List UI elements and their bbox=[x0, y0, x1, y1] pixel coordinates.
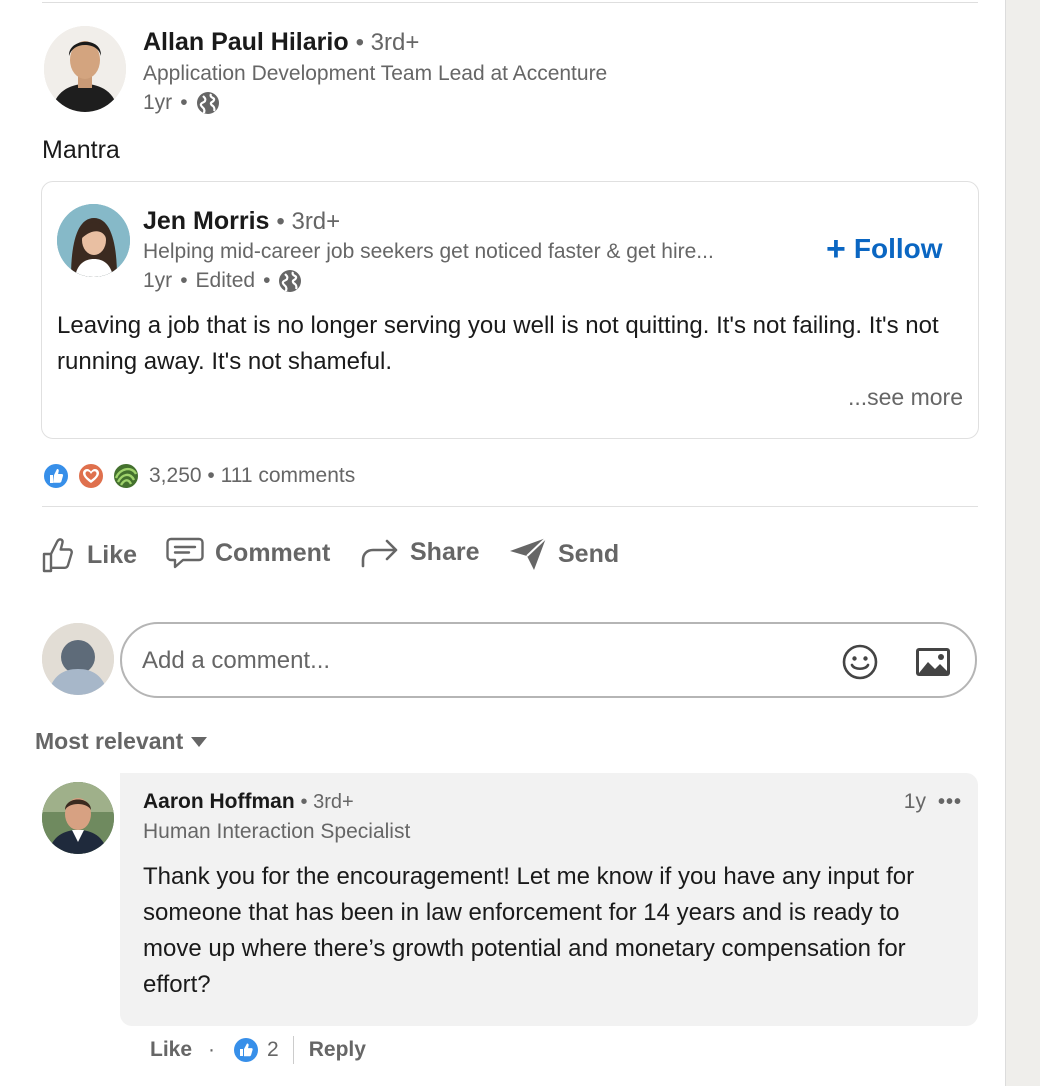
shared-author-avatar[interactable] bbox=[57, 204, 130, 277]
love-icon bbox=[77, 462, 105, 490]
thumbs-up-icon bbox=[42, 538, 73, 573]
sort-dropdown[interactable]: Most relevant bbox=[35, 728, 208, 755]
commenter-degree: • 3rd+ bbox=[300, 791, 354, 813]
commenter-headline: Human Interaction Specialist bbox=[143, 820, 411, 843]
post-meta: 1yr • bbox=[143, 91, 220, 115]
reaction-count[interactable]: 3,250 bbox=[149, 464, 202, 487]
meta-dot: • bbox=[180, 269, 188, 292]
meta-dot: • bbox=[180, 91, 188, 114]
share-arrow-icon bbox=[361, 539, 398, 568]
send-icon bbox=[510, 537, 547, 570]
feed-post-card: Allan Paul Hilario • 3rd+ Application De… bbox=[0, 0, 1006, 1086]
shared-author-headline: Helping mid-career job seekers get notic… bbox=[143, 240, 714, 263]
shared-author-name[interactable]: Jen Morris • 3rd+ bbox=[143, 207, 340, 236]
globe-icon bbox=[279, 270, 302, 292]
shared-author-name-text[interactable]: Jen Morris bbox=[143, 207, 269, 235]
commenter-degree-text: 3rd+ bbox=[313, 791, 354, 813]
comment-label: Comment bbox=[215, 538, 331, 567]
post-author-title: Application Development Team Lead at Acc… bbox=[143, 62, 608, 85]
share-button[interactable]: Share bbox=[360, 536, 479, 568]
like-icon bbox=[234, 1038, 259, 1062]
comment-bubble: Aaron Hoffman • 3rd+ Human Interaction S… bbox=[120, 773, 978, 1026]
shared-post-text: Leaving a job that is no longer serving … bbox=[57, 312, 939, 375]
comment-meta: 1y ••• bbox=[904, 790, 962, 814]
comment-like-button[interactable]: Like bbox=[150, 1038, 192, 1062]
follow-button[interactable]: + Follow bbox=[826, 232, 943, 266]
reaction-summary[interactable]: 3,250 • 111 comments bbox=[149, 464, 355, 488]
shared-post-edited: Edited bbox=[195, 269, 256, 292]
reply-button[interactable]: Reply bbox=[309, 1038, 366, 1062]
insightful-icon bbox=[112, 462, 140, 490]
top-divider bbox=[42, 2, 978, 3]
post-author-name-text[interactable]: Allan Paul Hilario bbox=[143, 28, 349, 56]
post-author-degree-text: 3rd+ bbox=[370, 29, 420, 56]
plus-icon: + bbox=[826, 230, 846, 268]
like-icon bbox=[42, 462, 70, 490]
current-user-avatar[interactable] bbox=[42, 623, 114, 695]
meta-dot: • bbox=[207, 464, 221, 487]
commenter-name-text[interactable]: Aaron Hoffman bbox=[143, 790, 295, 813]
vertical-divider bbox=[292, 1036, 294, 1064]
action-separator-dot: · bbox=[208, 1038, 216, 1061]
like-button[interactable]: Like bbox=[41, 536, 137, 574]
comment-input[interactable] bbox=[142, 644, 782, 678]
shared-post-time: 1yr bbox=[143, 269, 173, 292]
actions-divider bbox=[42, 506, 978, 507]
post-author-degree: • 3rd+ bbox=[355, 29, 420, 56]
comment-box[interactable] bbox=[120, 622, 977, 698]
more-options-icon[interactable]: ••• bbox=[938, 791, 962, 814]
image-icon[interactable] bbox=[914, 645, 952, 679]
share-label: Share bbox=[410, 537, 480, 566]
comment-button[interactable]: Comment bbox=[165, 536, 330, 570]
see-more-link[interactable]: ...see more bbox=[848, 384, 963, 411]
post-time: 1yr bbox=[143, 91, 173, 114]
post-text: Mantra bbox=[42, 136, 120, 164]
globe-icon bbox=[196, 92, 219, 114]
follow-label: Follow bbox=[853, 233, 943, 264]
send-label: Send bbox=[558, 539, 620, 568]
commenter-avatar[interactable] bbox=[42, 782, 114, 854]
like-label: Like bbox=[87, 540, 138, 569]
comment-actions: Like · 2 Reply bbox=[150, 1036, 366, 1064]
post-author-avatar[interactable] bbox=[44, 26, 126, 112]
shared-post-card[interactable]: Jen Morris • 3rd+ Helping mid-career job… bbox=[41, 181, 979, 439]
social-counts[interactable]: 3,250 • 111 comments bbox=[42, 462, 355, 490]
post-author-name[interactable]: Allan Paul Hilario • 3rd+ bbox=[143, 28, 419, 57]
comments-count[interactable]: 111 comments bbox=[221, 464, 356, 487]
meta-dot: • bbox=[263, 269, 271, 292]
emoji-icon[interactable] bbox=[841, 643, 879, 681]
shared-author-degree-text: 3rd+ bbox=[291, 208, 341, 235]
shared-post-meta: 1yr • Edited • bbox=[143, 269, 302, 293]
comment-time: 1y bbox=[903, 790, 926, 813]
shared-author-degree: • 3rd+ bbox=[276, 208, 341, 235]
comment-text: Thank you for the encouragement! Let me … bbox=[143, 863, 915, 998]
commenter-name[interactable]: Aaron Hoffman • 3rd+ bbox=[143, 790, 354, 814]
sort-label: Most relevant bbox=[35, 728, 184, 754]
caret-down-icon bbox=[191, 736, 208, 747]
send-button[interactable]: Send bbox=[508, 536, 619, 572]
comment-icon bbox=[166, 537, 204, 569]
comment-like-count[interactable]: 2 bbox=[267, 1038, 279, 1062]
